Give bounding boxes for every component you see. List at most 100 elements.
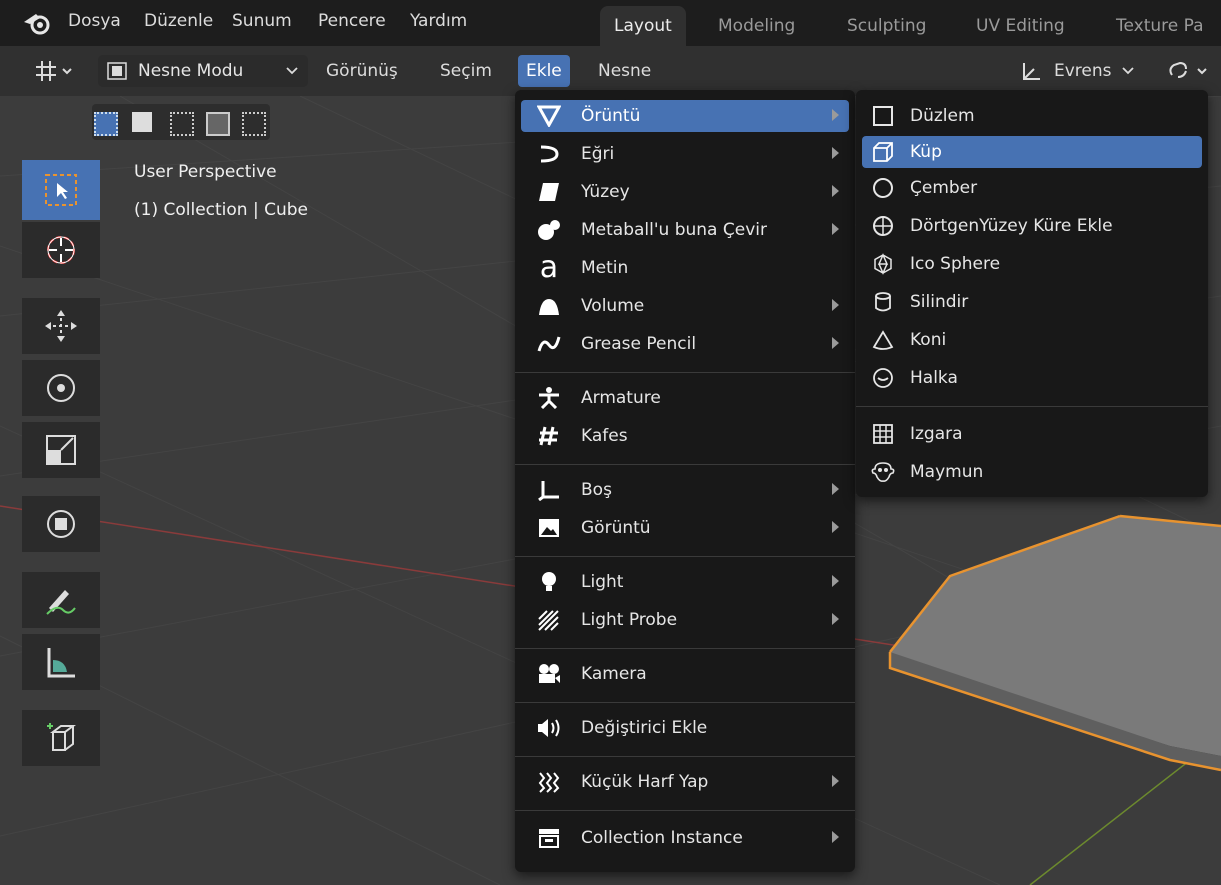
menu-item-image[interactable]: Görüntü [521,512,849,544]
menu-item-lattice[interactable]: Kafes [521,420,849,452]
menu-item-camera[interactable]: Kamera [521,658,849,690]
select-extend-icon[interactable] [132,112,152,132]
menu-window[interactable]: Pencere [318,0,386,46]
submenu-arrow-icon [832,299,839,311]
tab-modeling[interactable]: Modeling [704,6,809,46]
view-menu[interactable]: Görünüş [326,55,398,87]
menu-item-text[interactable]: a Metin [521,252,849,284]
select-box-tool[interactable] [22,160,100,220]
editor-type-button[interactable] [30,55,80,87]
tab-layout[interactable]: Layout [600,6,686,46]
add-menu[interactable]: Ekle [518,55,570,87]
menu-item-empty[interactable]: Boş [521,474,849,506]
menu-item-label: Yüzey [581,182,630,202]
menu-item-mesh[interactable]: Örüntü [521,100,849,132]
surface-icon [531,178,567,206]
menu-render[interactable]: Sunum [232,0,292,46]
menu-item-plane[interactable]: Düzlem [862,100,1202,132]
menu-item-label: DörtgenYüzey Küre Ekle [910,216,1113,236]
menu-item-label: Koni [910,330,947,350]
submenu-arrow-icon [832,109,839,121]
menu-item-cone[interactable]: Koni [862,324,1202,356]
scale-tool[interactable] [22,422,100,478]
menu-item-light-probe[interactable]: Light Probe [521,604,849,636]
chevron-down-icon [1122,67,1134,75]
menu-item-grease-pencil[interactable]: Grease Pencil [521,328,849,360]
object-mode-dropdown[interactable]: Nesne Modu [98,55,308,87]
menu-item-label: Düzlem [910,106,975,126]
volume-icon [531,292,567,320]
menu-file[interactable]: Dosya [68,0,121,46]
menu-item-circle[interactable]: Çember [862,172,1202,204]
menu-separator [515,648,855,649]
menu-item-label: Metin [581,258,629,278]
pivot-button[interactable] [1164,55,1214,87]
menu-item-label: Light [581,572,624,592]
transform-tool[interactable] [22,496,100,552]
tab-texture-paint[interactable]: Texture Pa [1102,6,1218,46]
select-intersect-icon[interactable] [242,112,266,136]
orientation-icon [1023,63,1040,80]
measure-tool[interactable] [22,634,100,690]
menu-item-cube[interactable]: Küp [862,136,1202,168]
cylinder-icon [866,288,900,316]
link-icon [1169,61,1207,78]
annotate-tool[interactable] [22,572,100,628]
menu-item-armature[interactable]: Armature [521,382,849,414]
add-cube-tool[interactable] [22,710,100,766]
lattice-icon [531,422,567,450]
menu-item-label: Küçük Harf Yap [581,772,709,792]
uv-sphere-icon [866,212,900,240]
menu-edit[interactable]: Düzenle [144,0,213,46]
cursor-tool[interactable] [22,222,100,278]
plane-icon [866,102,900,130]
menu-item-force-field[interactable]: Küçük Harf Yap [521,766,849,798]
select-invert-icon[interactable] [206,112,230,136]
menu-item-surface[interactable]: Yüzey [521,176,849,208]
tab-sculpting[interactable]: Sculpting [833,6,940,46]
grease-pencil-icon [531,330,567,358]
chevron-down-icon [286,67,298,75]
menu-item-label: Küp [910,142,942,162]
editor-type-icon [36,61,72,81]
force-field-icon [531,768,567,796]
menu-item-speaker[interactable]: Değiştirici Ekle [521,712,849,744]
blender-logo-icon[interactable] [20,8,54,38]
menu-item-torus[interactable]: Halka [862,362,1202,394]
menu-separator [515,464,855,465]
collection-icon [531,824,567,852]
select-menu[interactable]: Seçim [440,55,492,87]
menu-item-metaball[interactable]: Metaball'u buna Çevir [521,214,849,246]
tab-uv-editing[interactable]: UV Editing [962,6,1079,46]
menu-item-curve[interactable]: Eğri [521,138,849,170]
add-dropdown-menu: Örüntü Eğri Yüzey Metaball'u buna Çevir … [515,90,855,872]
menu-item-volume[interactable]: Volume [521,290,849,322]
menu-item-uv-sphere[interactable]: DörtgenYüzey Küre Ekle [862,210,1202,242]
select-subtract-icon[interactable] [170,112,194,136]
menu-help[interactable]: Yardım [410,0,467,46]
menu-separator [515,372,855,373]
menu-separator [515,556,855,557]
rotate-tool[interactable] [22,360,100,416]
menu-item-light[interactable]: Light [521,566,849,598]
menu-item-label: Boş [581,480,612,500]
curve-icon [531,140,567,168]
menu-item-monkey[interactable]: Maymun [862,456,1202,488]
submenu-arrow-icon [832,185,839,197]
light-probe-icon [531,606,567,634]
select-new-icon[interactable] [94,112,118,136]
transform-orientation-dropdown[interactable]: Evrens [1020,55,1150,87]
move-tool[interactable] [22,298,100,354]
viewport-header: Nesne Modu Görünüş Seçim Ekle Nesne Evre… [0,46,1221,96]
submenu-arrow-icon [832,613,839,625]
menu-item-grid[interactable]: Izgara [862,418,1202,450]
menu-item-label: Eğri [581,144,615,164]
menu-item-cylinder[interactable]: Silindir [862,286,1202,318]
metaball-icon [531,216,567,244]
menu-item-ico-sphere[interactable]: Ico Sphere [862,248,1202,280]
menu-item-collection-instance[interactable]: Collection Instance [521,822,849,854]
grid-icon [866,420,900,448]
monkey-icon [866,458,900,486]
rotate-icon [47,374,75,402]
object-menu[interactable]: Nesne [598,55,651,87]
